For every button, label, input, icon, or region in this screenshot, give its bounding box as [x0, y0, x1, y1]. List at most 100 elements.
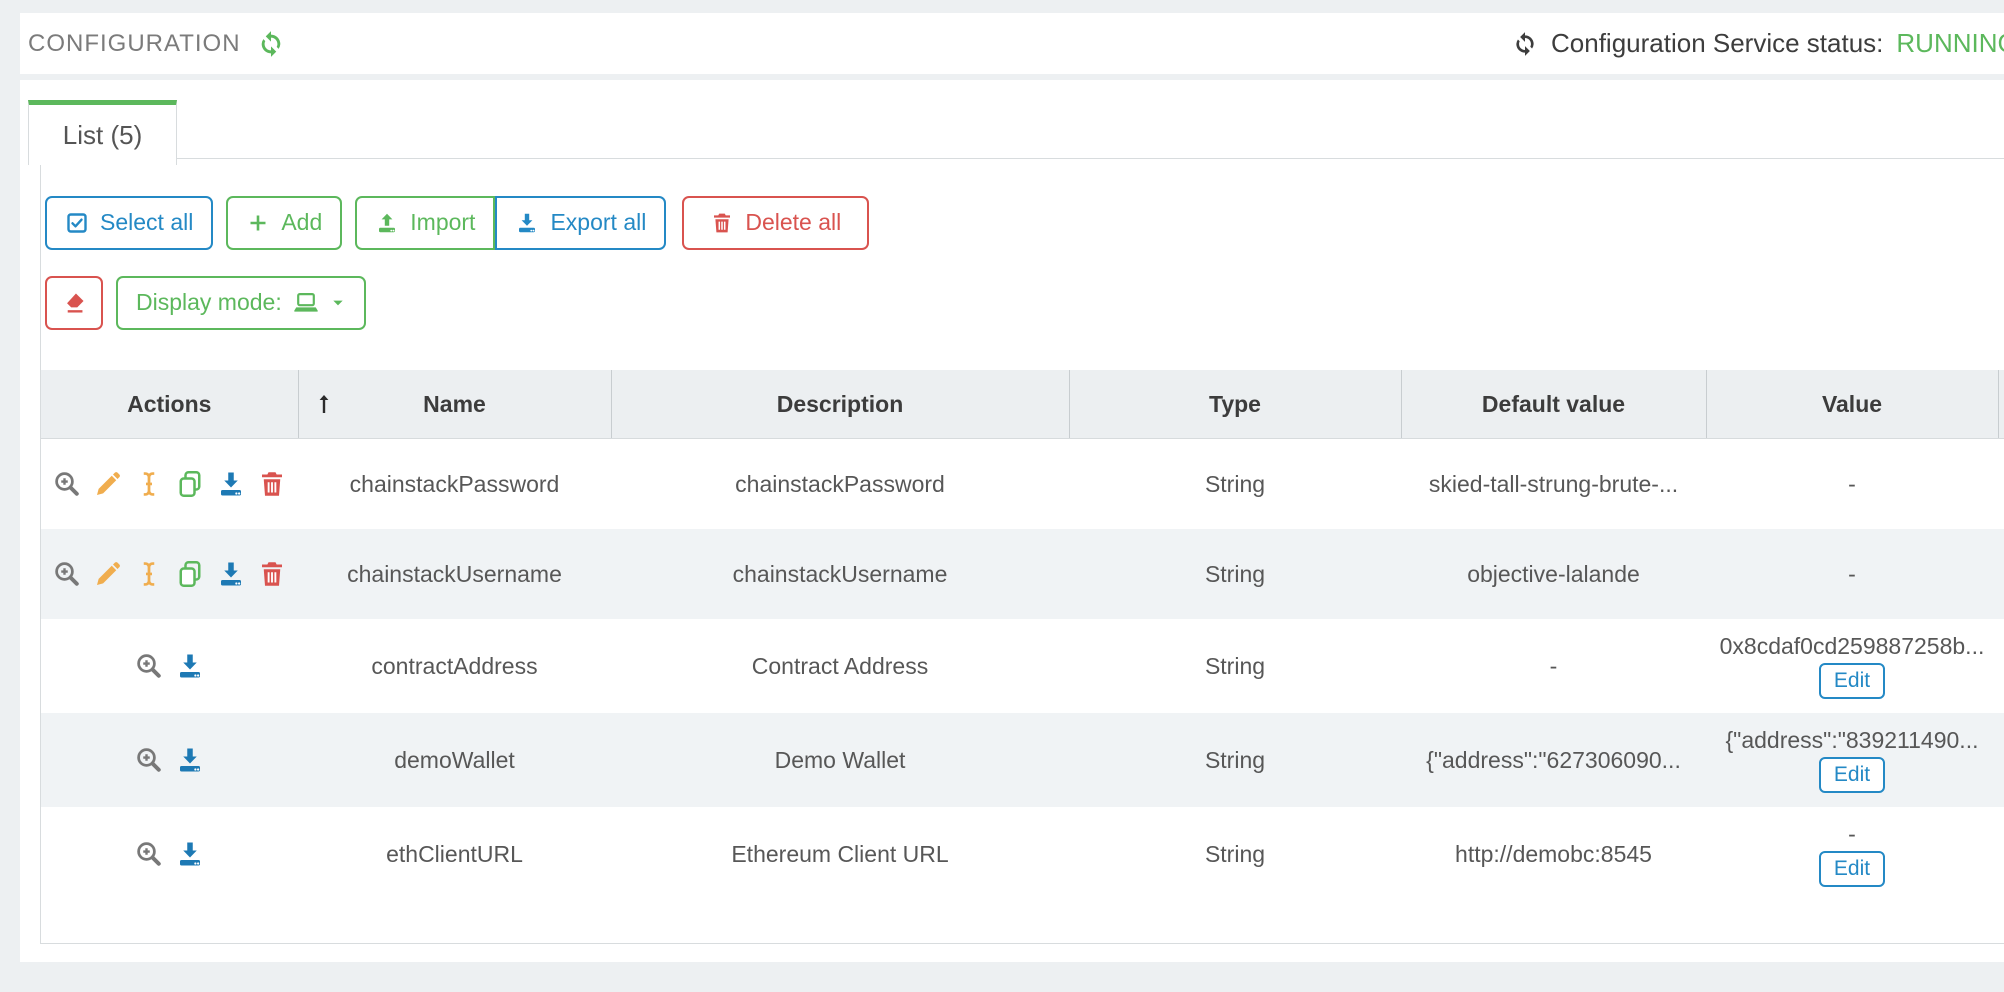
config-table: Actions Name Description Type Default valueV… [41, 370, 2004, 901]
default-value-cell: skied-tall-strung-brute-... [1401, 439, 1706, 530]
name-cell: demoWallet [298, 713, 611, 807]
toolbar-primary: Select all Add Import Export all Delete … [45, 196, 869, 250]
download-icon[interactable] [175, 651, 205, 681]
value-cell: {"address":"839211490...Edit [1706, 713, 1998, 807]
table-header-row: Actions Name Description Type Default valueV… [41, 370, 2004, 439]
copy-icon[interactable] [175, 469, 205, 499]
column-header-clipped [1998, 370, 2004, 439]
column-header-type[interactable]: Type [1069, 370, 1401, 439]
column-header-description[interactable]: Description [611, 370, 1069, 439]
default-value-cell: http://demobc:8545 [1401, 807, 1706, 901]
type-cell: String [1069, 619, 1401, 713]
clipped-cell [1998, 529, 2004, 619]
name-cell: contractAddress [298, 619, 611, 713]
title-wrap: CONFIGURATION [28, 13, 285, 74]
text-cursor-icon[interactable] [134, 469, 164, 499]
description-cell: chainstackUsername [611, 529, 1069, 619]
download-icon[interactable] [175, 839, 205, 869]
value-text: - [1848, 561, 1856, 588]
column-header-name[interactable]: Name [298, 370, 611, 439]
zoom-in-icon[interactable] [134, 651, 164, 681]
pencil-icon[interactable] [93, 469, 123, 499]
column-header-actions[interactable]: Actions [41, 370, 298, 439]
value-cell: - [1706, 439, 1998, 530]
description-cell: Contract Address [611, 619, 1069, 713]
default-value-cell: objective-lalande [1401, 529, 1706, 619]
actions-cell [41, 439, 298, 530]
value-text: - [1848, 471, 1856, 498]
description-cell: Demo Wallet [611, 713, 1069, 807]
zoom-in-icon[interactable] [52, 469, 82, 499]
table-row: contractAddressContract AddressString-0x… [41, 619, 2004, 713]
upload-icon [375, 211, 399, 235]
actions-cell [41, 619, 298, 713]
type-cell: String [1069, 807, 1401, 901]
value-text: - [1848, 821, 1856, 848]
actions-cell [41, 529, 298, 619]
name-cell: chainstackUsername [298, 529, 611, 619]
actions-cell [41, 713, 298, 807]
trash-icon[interactable] [257, 559, 287, 589]
pencil-icon[interactable] [93, 559, 123, 589]
type-cell: String [1069, 713, 1401, 807]
delete-all-label: Delete all [745, 209, 841, 237]
name-cell: chainstackPassword [298, 439, 611, 530]
trash-icon[interactable] [257, 469, 287, 499]
trash-icon [710, 211, 734, 235]
import-button[interactable]: Import [355, 196, 495, 250]
select-all-button[interactable]: Select all [45, 196, 213, 250]
tab-list-label: List (5) [63, 120, 142, 151]
edit-value-button[interactable]: Edit [1819, 757, 1885, 793]
download-icon [515, 211, 539, 235]
value-cell: - Edit [1706, 807, 1998, 901]
tab-list[interactable]: List (5) [28, 100, 177, 165]
sort-ascending-icon [313, 389, 335, 419]
column-header-default-value[interactable]: Default value [1401, 370, 1706, 439]
delete-all-button[interactable]: Delete all [682, 196, 869, 250]
edit-value-button[interactable]: Edit [1819, 851, 1885, 887]
column-header-label: Actions [127, 391, 211, 417]
zoom-in-icon[interactable] [134, 839, 164, 869]
import-export-group: Import Export all [355, 196, 666, 250]
select-all-label: Select all [100, 209, 193, 237]
refresh-icon[interactable] [257, 30, 285, 58]
column-header-value[interactable]: Value [1706, 370, 1998, 439]
checkbox-checked-icon [65, 211, 89, 235]
zoom-in-icon[interactable] [134, 745, 164, 775]
page: { "header": { "title": "CONFIGURATION", … [0, 0, 2004, 992]
table-row: ethClientURLEthereum Client URLStringhtt… [41, 807, 2004, 901]
status-refresh-icon[interactable] [1512, 31, 1538, 57]
clipped-cell [1998, 619, 2004, 713]
value-cell: 0x8cdaf0cd259887258b...Edit [1706, 619, 1998, 713]
value-cell: - [1706, 529, 1998, 619]
clipped-cell [1998, 807, 2004, 901]
tab-content: Select all Add Import Export all Delete … [40, 158, 2004, 944]
top-header: CONFIGURATION Configuration Service stat… [20, 13, 2004, 74]
default-value-cell: - [1401, 619, 1706, 713]
display-mode-button[interactable]: Display mode: [116, 276, 366, 330]
default-value-cell: {"address":"627306090... [1401, 713, 1706, 807]
clear-selection-button[interactable] [45, 276, 103, 330]
download-icon[interactable] [175, 745, 205, 775]
edit-value-button[interactable]: Edit [1819, 663, 1885, 699]
zoom-in-icon[interactable] [52, 559, 82, 589]
download-icon[interactable] [216, 469, 246, 499]
download-icon[interactable] [216, 559, 246, 589]
description-cell: Ethereum Client URL [611, 807, 1069, 901]
status-label: Configuration Service status: [1551, 28, 1883, 59]
toolbar-secondary: Display mode: [45, 276, 366, 330]
export-all-button[interactable]: Export all [495, 196, 666, 250]
column-header-label: Type [1209, 391, 1261, 417]
column-header-label: Description [777, 391, 904, 417]
status-value: RUNNING [1896, 28, 2004, 59]
type-cell: String [1069, 439, 1401, 530]
display-mode-label: Display mode: [136, 289, 282, 317]
page-title: CONFIGURATION [28, 30, 241, 58]
description-cell: chainstackPassword [611, 439, 1069, 530]
copy-icon[interactable] [175, 559, 205, 589]
config-table-body: chainstackPasswordchainstackPasswordStri… [41, 439, 2004, 902]
laptop-icon [293, 290, 319, 316]
text-cursor-icon[interactable] [134, 559, 164, 589]
add-button[interactable]: Add [226, 196, 342, 250]
import-label: Import [410, 209, 475, 237]
